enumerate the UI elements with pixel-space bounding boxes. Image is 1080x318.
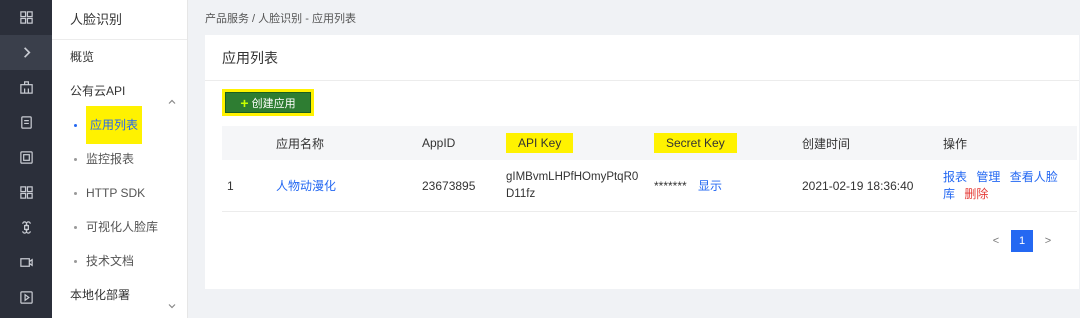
chevron-up-icon: [167, 86, 177, 104]
play-icon[interactable]: [0, 280, 52, 315]
sidebar: 人脸识别 概览 公有云API 应用列表 监控报表 HTTP SDK 可视化人脸库…: [52, 0, 188, 318]
created-time: 2021-02-19 18:36:40: [802, 178, 914, 193]
delete-link[interactable]: 删除: [964, 187, 988, 201]
header-api-key-cell: API Key: [506, 133, 654, 153]
api-key-line2: D11fz: [506, 187, 536, 200]
sidebar-item-label: 应用列表: [86, 106, 143, 144]
sidebar-item-label: 监控报表: [86, 152, 135, 166]
sidebar-group-public-api[interactable]: 公有云API: [52, 74, 187, 108]
secret-key-mask: *******: [654, 179, 687, 193]
bullet-dot: [74, 157, 77, 161]
sidebar-item-tech-docs[interactable]: 技术文档: [52, 244, 187, 278]
sidebar-item-http-sdk[interactable]: HTTP SDK: [52, 176, 187, 210]
bullet-dot: [74, 123, 77, 127]
header-app-name: 应用名称: [276, 136, 325, 151]
secret-key-cell: ******* 显示: [654, 177, 802, 194]
sidebar-group-label: 本地化部署: [70, 288, 131, 302]
chevron-right-icon[interactable]: [0, 35, 52, 70]
header-secret-key-cell: Secret Key: [654, 133, 802, 153]
next-page-button[interactable]: >: [1039, 235, 1057, 247]
prev-page-button[interactable]: <: [987, 235, 1005, 247]
page-title: 应用列表: [205, 35, 1079, 81]
header-appid: AppID: [422, 136, 456, 150]
sidebar-item-label: 可视化人脸库: [86, 220, 159, 234]
app-table: 应用名称 AppID API Key Secret Key 创建时间 操作 1 …: [222, 126, 1077, 212]
view-face-library-link[interactable]: 查看人脸: [1010, 170, 1058, 184]
sidebar-item-label: HTTP SDK: [86, 186, 146, 200]
bullet-dot: [74, 225, 77, 229]
create-app-label: 创建应用: [251, 97, 296, 110]
sidebar-item-label: 技术文档: [86, 254, 135, 268]
bullet-dot: [74, 191, 77, 195]
grid-icon[interactable]: [0, 0, 52, 35]
sidebar-item-face-library[interactable]: 可视化人脸库: [52, 210, 187, 244]
icon-rail: [0, 0, 52, 318]
plus-icon: +: [240, 94, 249, 111]
table-header: 应用名称 AppID API Key Secret Key 创建时间 操作: [222, 126, 1077, 160]
sidebar-title: 人脸识别: [52, 0, 187, 40]
report-link[interactable]: 报表: [943, 170, 967, 184]
sidebar-item-app-list[interactable]: 应用列表: [52, 106, 187, 144]
sidebar-item-monitor-report[interactable]: 监控报表: [52, 142, 187, 176]
view-face-library-link-cont[interactable]: 库: [943, 187, 955, 201]
chevron-down-icon: [167, 290, 177, 309]
document-icon[interactable]: [0, 105, 52, 140]
sidebar-group-local-deploy[interactable]: 本地化部署: [52, 278, 187, 312]
header-actions: 操作: [943, 136, 968, 151]
app-name-link[interactable]: 人物动漫化: [274, 177, 422, 194]
app-list-panel: 应用列表 + 创建应用 应用名称 AppID API Key Secret Ke…: [205, 35, 1079, 289]
video-icon[interactable]: [0, 245, 52, 280]
apps-icon[interactable]: [0, 175, 52, 210]
header-secret-key: Secret Key: [654, 133, 737, 153]
table-row: 1 人物动漫化 23673895 gIMBvmLHPfHOmyPtqR0 D11…: [222, 160, 1077, 212]
header-api-key: API Key: [506, 133, 574, 153]
actions-cell: 报表 管理 查看人脸 库 删除: [943, 169, 1077, 203]
create-app-button[interactable]: + 创建应用: [225, 92, 311, 113]
header-created-time: 创建时间: [802, 136, 851, 151]
app-id: 23673895: [422, 178, 476, 193]
page-1-button[interactable]: 1: [1011, 230, 1033, 252]
create-app-highlight: + 创建应用: [222, 89, 314, 116]
command-icon[interactable]: [0, 210, 52, 245]
building-icon[interactable]: [0, 70, 52, 105]
api-key-cell: gIMBvmLHPfHOmyPtqR0 D11fz: [506, 169, 654, 203]
breadcrumb: 产品服务 / 人脸识别 - 应用列表: [205, 13, 356, 25]
api-key-line1: gIMBvmLHPfHOmyPtqR0: [506, 170, 639, 183]
sidebar-item-overview[interactable]: 概览: [52, 40, 187, 74]
pagination: < 1 >: [987, 230, 1057, 252]
row-index: 1: [227, 178, 234, 193]
sidebar-group-label: 公有云API: [70, 84, 126, 98]
show-secret-link[interactable]: 显示: [698, 179, 722, 193]
manage-link[interactable]: 管理: [976, 170, 1000, 184]
report-icon[interactable]: [0, 140, 52, 175]
bullet-dot: [74, 259, 77, 263]
